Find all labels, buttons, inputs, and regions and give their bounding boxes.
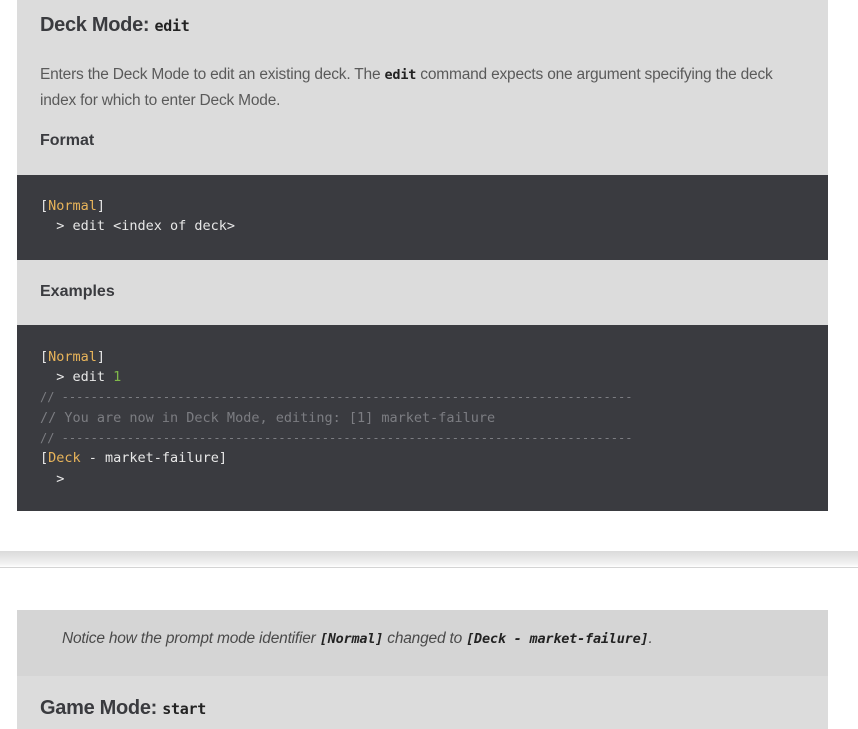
code-line: [Normal] — [40, 347, 105, 367]
code-line: > edit <index of deck> — [40, 218, 236, 234]
code-comment: // -------------------------------------… — [40, 390, 633, 404]
examples-section: Examples — [17, 260, 828, 325]
command-text: > edit — [40, 369, 114, 385]
game-start-section: Game Mode: start — [17, 676, 828, 729]
notice-text-3: . — [648, 630, 653, 647]
format-heading: Format — [40, 132, 95, 149]
format-code-block: [Normal] > edit <index of deck> — [17, 175, 828, 260]
notice-text-1: Notice how the prompt mode identifier — [62, 630, 320, 647]
code-comment: // You are now in Deck Mode, editing: [1… — [40, 410, 496, 426]
notice-callout: Notice how the prompt mode identifier [N… — [17, 610, 828, 676]
mode-keyword: Normal — [48, 198, 97, 214]
notice-code-deck: [Deck - market-failure] — [466, 631, 649, 647]
example-code-block: [Normal] > edit 1 // -------------------… — [17, 325, 828, 511]
bracket: [ — [40, 450, 49, 466]
bracket: [ — [40, 198, 49, 214]
deck-name-text: - market-failure] — [80, 450, 227, 466]
bracket: ] — [96, 198, 106, 214]
description-code: edit — [384, 67, 417, 83]
deck-edit-heading-code: edit — [154, 17, 190, 35]
notice-code-normal: [Normal] — [319, 631, 384, 647]
number-literal: 1 — [113, 369, 122, 385]
game-start-heading-code: start — [162, 700, 206, 718]
description-text-1: Enters the Deck Mode to edit an existing… — [40, 66, 385, 83]
code-line: > — [40, 471, 65, 487]
deck-edit-heading-text: Deck Mode: — [40, 14, 155, 36]
notice-text-2: changed to — [383, 630, 467, 647]
deck-edit-description: Enters the Deck Mode to edit an existing… — [40, 62, 810, 113]
game-start-heading-text: Game Mode: — [40, 697, 163, 719]
code-line: > edit 1 — [40, 367, 121, 387]
section-divider — [0, 551, 858, 568]
deck-edit-heading: Deck Mode: edit — [40, 14, 190, 37]
mode-keyword: Deck — [48, 450, 81, 466]
examples-heading: Examples — [40, 283, 115, 300]
mode-keyword: Normal — [48, 349, 97, 365]
bracket: [ — [40, 349, 49, 365]
game-start-heading: Game Mode: start — [40, 697, 206, 720]
code-line: [Deck - market-failure] — [40, 448, 227, 468]
code-line: [Normal] — [40, 196, 105, 216]
bracket: ] — [96, 349, 106, 365]
deck-edit-section: Deck Mode: edit Enters the Deck Mode to … — [17, 0, 828, 175]
notice-text: Notice how the prompt mode identifier [N… — [62, 630, 653, 648]
code-comment: // -------------------------------------… — [40, 431, 633, 445]
